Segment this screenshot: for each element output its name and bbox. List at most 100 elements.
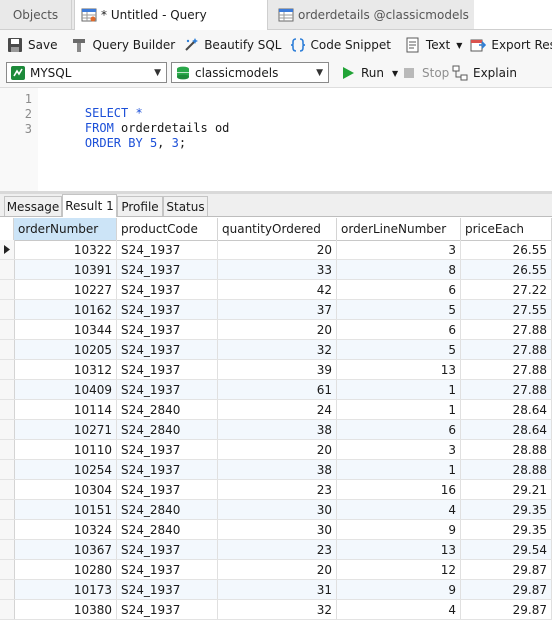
cell-orderlinenumber[interactable]: 6	[337, 320, 461, 339]
row-indicator[interactable]	[0, 280, 15, 299]
export-result-button[interactable]: Export Result	[466, 33, 552, 57]
row-indicator[interactable]	[0, 420, 15, 439]
cell-orderlinenumber[interactable]: 9	[337, 580, 461, 599]
cell-orderlinenumber[interactable]: 16	[337, 480, 461, 499]
row-indicator[interactable]	[0, 260, 15, 279]
cell-productcode[interactable]: S24_1937	[117, 300, 218, 319]
cell-orderlinenumber[interactable]: 6	[337, 420, 461, 439]
cell-ordernumber[interactable]: 10173	[14, 580, 117, 599]
cell-productcode[interactable]: S24_1937	[117, 560, 218, 579]
table-row[interactable]: 10304 S24_1937 23 16 29.21	[0, 480, 552, 500]
cell-productcode[interactable]: S24_2840	[117, 520, 218, 539]
row-indicator[interactable]	[0, 480, 15, 499]
table-row[interactable]: 10312 S24_1937 39 13 27.88	[0, 360, 552, 380]
cell-ordernumber[interactable]: 10227	[14, 280, 117, 299]
table-row[interactable]: 10324 S24_2840 30 9 29.35	[0, 520, 552, 540]
cell-priceeach[interactable]: 27.88	[461, 340, 552, 359]
cell-priceeach[interactable]: 28.64	[461, 400, 552, 419]
cell-ordernumber[interactable]: 10114	[14, 400, 117, 419]
cell-quantityordered[interactable]: 31	[218, 580, 337, 599]
cell-productcode[interactable]: S24_1937	[117, 540, 218, 559]
cell-priceeach[interactable]: 27.88	[461, 320, 552, 339]
row-indicator[interactable]	[0, 540, 15, 559]
cell-productcode[interactable]: S24_1937	[117, 480, 218, 499]
table-row[interactable]: 10344 S24_1937 20 6 27.88	[0, 320, 552, 340]
table-row[interactable]: 10227 S24_1937 42 6 27.22	[0, 280, 552, 300]
cell-productcode[interactable]: S24_1937	[117, 600, 218, 619]
result-grid[interactable]: orderNumber productCode quantityOrdered …	[0, 218, 552, 621]
cell-orderlinenumber[interactable]: 1	[337, 460, 461, 479]
cell-orderlinenumber[interactable]: 6	[337, 280, 461, 299]
cell-productcode[interactable]: S24_2840	[117, 500, 218, 519]
cell-productcode[interactable]: S24_1937	[117, 580, 218, 599]
cell-priceeach[interactable]: 29.35	[461, 520, 552, 539]
cell-quantityordered[interactable]: 30	[218, 520, 337, 539]
row-indicator[interactable]	[0, 440, 15, 459]
tab-profile[interactable]: Profile	[117, 196, 163, 216]
cell-priceeach[interactable]: 26.55	[461, 240, 552, 259]
cell-orderlinenumber[interactable]: 12	[337, 560, 461, 579]
cell-quantityordered[interactable]: 30	[218, 500, 337, 519]
table-row[interactable]: 10110 S24_1937 20 3 28.88	[0, 440, 552, 460]
cell-priceeach[interactable]: 29.87	[461, 600, 552, 619]
table-row[interactable]: 10280 S24_1937 20 12 29.87	[0, 560, 552, 580]
save-button[interactable]: Save	[3, 33, 61, 57]
database-select[interactable]: classicmodels ▼	[171, 62, 329, 83]
cell-ordernumber[interactable]: 10280	[14, 560, 117, 579]
table-row[interactable]: 10391 S24_1937 33 8 26.55	[0, 260, 552, 280]
cell-productcode[interactable]: S24_1937	[117, 440, 218, 459]
table-row[interactable]: 10162 S24_1937 37 5 27.55	[0, 300, 552, 320]
tab-result-1[interactable]: Result 1	[62, 194, 117, 217]
text-mode-dropdown[interactable]: Text ▼	[401, 33, 466, 57]
cell-ordernumber[interactable]: 10271	[14, 420, 117, 439]
table-row[interactable]: 10205 S24_1937 32 5 27.88	[0, 340, 552, 360]
cell-ordernumber[interactable]: 10110	[14, 440, 117, 459]
cell-priceeach[interactable]: 29.21	[461, 480, 552, 499]
table-row[interactable]: 10114 S24_2840 24 1 28.64	[0, 400, 552, 420]
cell-priceeach[interactable]: 28.88	[461, 460, 552, 479]
table-row[interactable]: 10380 S24_1937 32 4 29.87	[0, 600, 552, 620]
row-indicator[interactable]	[0, 300, 15, 319]
table-row[interactable]: 10173 S24_1937 31 9 29.87	[0, 580, 552, 600]
table-row[interactable]: 10254 S24_1937 38 1 28.88	[0, 460, 552, 480]
cell-productcode[interactable]: S24_1937	[117, 280, 218, 299]
cell-ordernumber[interactable]: 10391	[14, 260, 117, 279]
row-indicator[interactable]	[0, 400, 15, 419]
cell-priceeach[interactable]: 26.55	[461, 260, 552, 279]
cell-orderlinenumber[interactable]: 3	[337, 440, 461, 459]
column-header-productcode[interactable]: productCode	[117, 218, 218, 240]
cell-priceeach[interactable]: 27.88	[461, 360, 552, 379]
cell-quantityordered[interactable]: 23	[218, 540, 337, 559]
row-indicator[interactable]	[0, 600, 15, 619]
beautify-sql-button[interactable]: Beautify SQL	[179, 33, 285, 57]
row-indicator[interactable]	[0, 460, 15, 479]
cell-productcode[interactable]: S24_1937	[117, 340, 218, 359]
column-header-quantityordered[interactable]: quantityOrdered	[218, 218, 337, 240]
cell-priceeach[interactable]: 27.55	[461, 300, 552, 319]
cell-ordernumber[interactable]: 10322	[14, 240, 117, 259]
cell-productcode[interactable]: S24_1937	[117, 460, 218, 479]
cell-orderlinenumber[interactable]: 4	[337, 600, 461, 619]
cell-orderlinenumber[interactable]: 4	[337, 500, 461, 519]
cell-quantityordered[interactable]: 32	[218, 600, 337, 619]
row-indicator[interactable]	[0, 340, 15, 359]
cell-productcode[interactable]: S24_1937	[117, 320, 218, 339]
cell-ordernumber[interactable]: 10367	[14, 540, 117, 559]
row-indicator[interactable]	[0, 240, 15, 259]
cell-priceeach[interactable]: 29.54	[461, 540, 552, 559]
cell-productcode[interactable]: S24_1937	[117, 240, 218, 259]
stop-button[interactable]: Stop	[397, 61, 453, 85]
row-indicator[interactable]	[0, 560, 15, 579]
cell-priceeach[interactable]: 28.64	[461, 420, 552, 439]
cell-priceeach[interactable]: 27.88	[461, 380, 552, 399]
cell-quantityordered[interactable]: 39	[218, 360, 337, 379]
cell-priceeach[interactable]: 29.87	[461, 560, 552, 579]
cell-ordernumber[interactable]: 10151	[14, 500, 117, 519]
cell-orderlinenumber[interactable]: 5	[337, 300, 461, 319]
cell-orderlinenumber[interactable]: 13	[337, 540, 461, 559]
tab-status[interactable]: Status	[163, 196, 208, 216]
cell-orderlinenumber[interactable]: 1	[337, 380, 461, 399]
table-row[interactable]: 10409 S24_1937 61 1 27.88	[0, 380, 552, 400]
cell-quantityordered[interactable]: 37	[218, 300, 337, 319]
cell-orderlinenumber[interactable]: 13	[337, 360, 461, 379]
